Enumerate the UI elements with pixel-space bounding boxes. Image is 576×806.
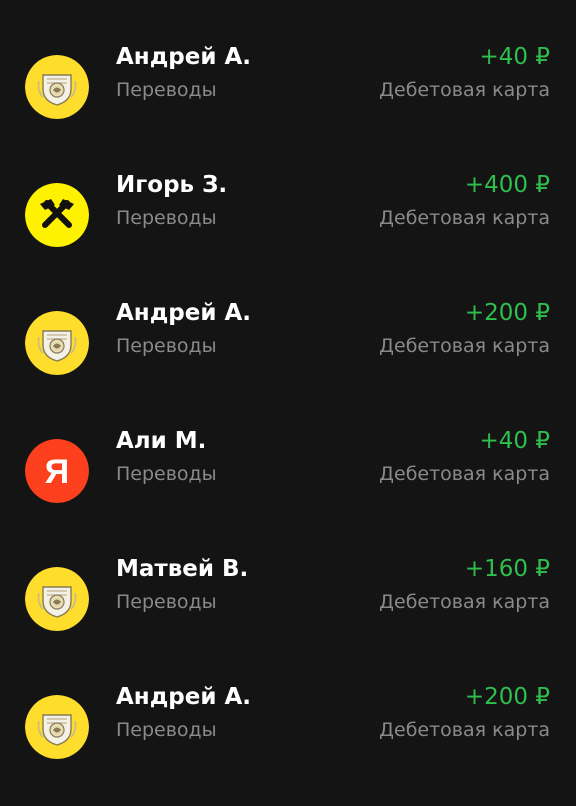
transaction-row[interactable]: Андрей А. Переводы +200 ₽ Дебетовая карт… bbox=[0, 672, 576, 800]
transaction-amount: +400 ₽ bbox=[464, 172, 550, 198]
sender-name: Али М. bbox=[116, 428, 207, 454]
transaction-row[interactable]: Игорь З. Переводы +400 ₽ Дебетовая карта bbox=[0, 160, 576, 288]
tinkoff-bank-icon bbox=[25, 567, 89, 631]
transaction-row[interactable]: Я Али М. Переводы +40 ₽ Дебетовая карта bbox=[0, 416, 576, 544]
transaction-amount: +160 ₽ bbox=[464, 556, 550, 582]
account-type: Дебетовая карта bbox=[379, 79, 550, 101]
raiffeisen-bank-icon bbox=[25, 183, 89, 247]
sender-name: Андрей А. bbox=[116, 44, 251, 70]
transaction-category: Переводы bbox=[116, 463, 217, 485]
transaction-row[interactable]: Матвей В. Переводы +160 ₽ Дебетовая карт… bbox=[0, 544, 576, 672]
transaction-row[interactable]: Андрей А. Переводы +40 ₽ Дебетовая карта bbox=[0, 32, 576, 160]
transaction-category: Переводы bbox=[116, 79, 217, 101]
sender-name: Игорь З. bbox=[116, 172, 228, 198]
account-type: Дебетовая карта bbox=[379, 591, 550, 613]
transaction-row[interactable]: Андрей А. Переводы +200 ₽ Дебетовая карт… bbox=[0, 288, 576, 416]
sender-name: Матвей В. bbox=[116, 556, 249, 582]
tinkoff-bank-icon bbox=[25, 695, 89, 759]
transaction-amount: +200 ₽ bbox=[464, 300, 550, 326]
account-type: Дебетовая карта bbox=[379, 335, 550, 357]
transaction-amount: +40 ₽ bbox=[479, 44, 550, 70]
tinkoff-bank-icon bbox=[25, 311, 89, 375]
transaction-amount: +200 ₽ bbox=[464, 684, 550, 710]
account-type: Дебетовая карта bbox=[379, 463, 550, 485]
transaction-category: Переводы bbox=[116, 207, 217, 229]
account-type: Дебетовая карта bbox=[379, 207, 550, 229]
transaction-list: Андрей А. Переводы +40 ₽ Дебетовая карта… bbox=[0, 0, 576, 806]
account-type: Дебетовая карта bbox=[379, 719, 550, 741]
tinkoff-bank-icon bbox=[25, 55, 89, 119]
transaction-category: Переводы bbox=[116, 335, 217, 357]
transaction-category: Переводы bbox=[116, 591, 217, 613]
yandex-bank-icon: Я bbox=[25, 439, 89, 503]
sender-name: Андрей А. bbox=[116, 684, 251, 710]
sender-name: Андрей А. bbox=[116, 300, 251, 326]
transaction-category: Переводы bbox=[116, 719, 217, 741]
transaction-amount: +40 ₽ bbox=[479, 428, 550, 454]
yandex-letter: Я bbox=[45, 453, 69, 491]
